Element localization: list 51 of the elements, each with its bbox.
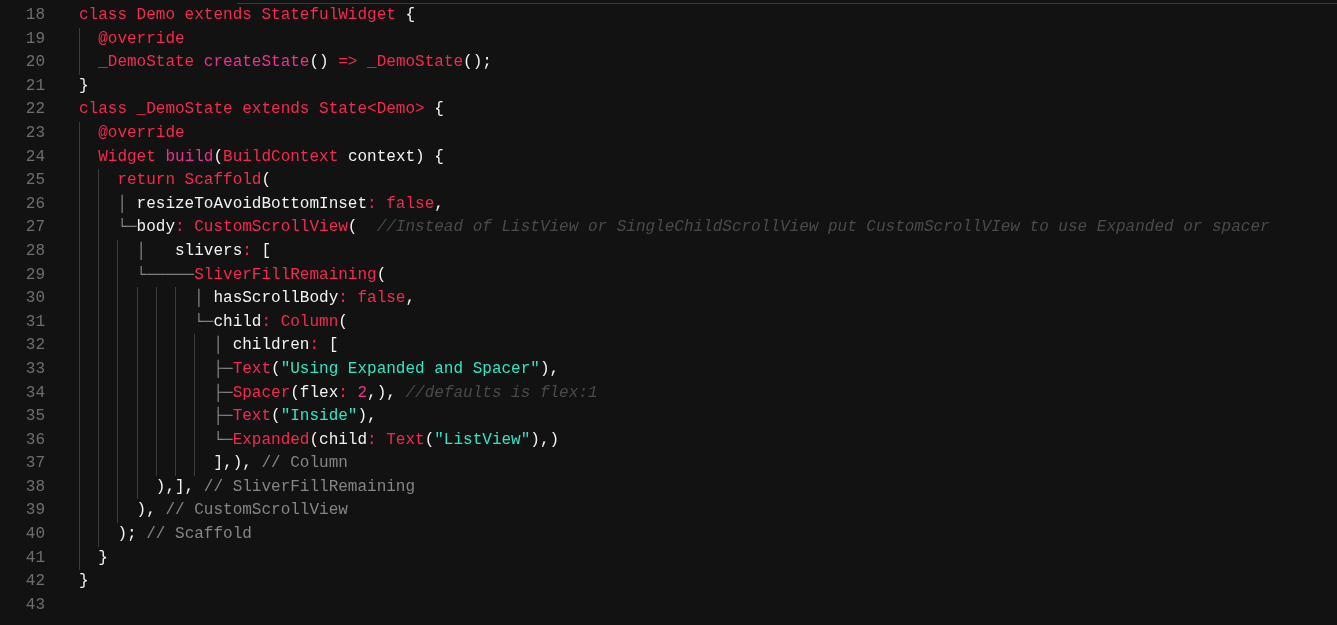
line-number: 42 [24,571,45,593]
code-line: ├─Spacer(flex: 2,), //defaults is flex:1 [212,382,598,404]
code-line: class _DemoState extends State<Demo> { [79,99,444,121]
code-line: _DemoState createState() => _DemoState(); [97,52,492,74]
line-number: 22 [24,99,45,121]
code-line: ), // CustomScrollView [135,500,348,522]
code-line: return Scaffold( [116,170,272,192]
line-number: 32 [24,335,45,357]
code-line: @override [97,122,185,144]
code-line: └─body: CustomScrollView( //Instead of ListView or SingleChildScrollView put CustomScrollVIew to use Expanded or spacer [116,217,1270,239]
code-line: │ children: [ [212,334,339,357]
code-line: │ resizeToAvoidBottomInset: false, [116,193,444,215]
code-line: ├─Text("Inside"), [212,405,377,428]
code-line: │ hasScrollBody: false, [193,287,416,310]
code-line: └─Expanded(child: Text("ListView"),) [212,429,560,451]
code-line: ├─Text("Using Expanded and Spacer"), [212,358,560,380]
line-number: 36 [24,429,45,451]
line-number: 31 [24,311,45,333]
code-line: } [79,75,89,97]
line-number: 25 [24,170,45,192]
code-line: class Demo extends StatefulWidget { [79,5,416,26]
line-number: 24 [24,146,45,168]
line-number: 19 [24,28,45,50]
line-number: 27 [24,217,45,239]
line-number: 35 [24,406,45,428]
code-line: └─────SliverFillRemaining( [135,264,387,286]
line-number: 39 [24,500,45,522]
code-line: Widget build(BuildContext context) { [97,146,444,168]
line-number: 38 [24,476,45,498]
line-number: 40 [24,524,45,546]
line-number: 26 [24,193,45,215]
code-line: } [97,547,108,569]
code-line: ); // Scaffold [116,524,252,546]
line-number: 28 [24,240,45,262]
code-line: @override [97,28,185,50]
line-number: 21 [24,75,45,97]
line-number: 41 [24,547,45,569]
code-line: ),], // SliverFillRemaining [154,476,416,498]
code-line: └─child: Column( [193,311,348,333]
line-number: 29 [24,264,45,286]
line-number: 20 [24,52,45,74]
code-line: │ slivers: [ [135,240,272,262]
code-line: } [79,571,89,593]
line-number: 30 [24,288,45,310]
line-number: 33 [24,358,45,380]
code-line: ],), // Column [212,453,348,475]
line-number: 23 [24,122,45,144]
line-number: 34 [24,382,45,404]
line-number: 18 [24,5,45,26]
line-number: 43 [24,594,45,616]
line-number: 37 [24,453,45,475]
